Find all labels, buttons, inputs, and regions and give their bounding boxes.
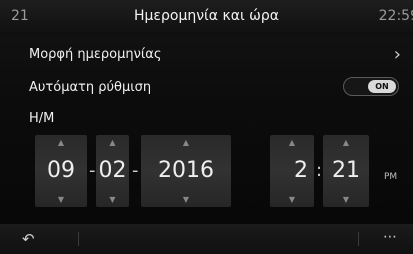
day-down-icon[interactable]: ▼ bbox=[35, 195, 87, 204]
month-up-icon[interactable]: ▲ bbox=[96, 138, 129, 147]
year-down-icon[interactable]: ▼ bbox=[141, 195, 231, 204]
auto-set-label: Αυτόματη ρύθμιση bbox=[29, 80, 152, 95]
date-format-row[interactable]: Μορφή ημερομηνίας › bbox=[0, 41, 413, 71]
footer-divider bbox=[358, 232, 359, 246]
year-value: 2016 bbox=[158, 158, 214, 183]
time-separator: : bbox=[316, 160, 323, 181]
hour-down-icon[interactable]: ▼ bbox=[270, 195, 314, 204]
chevron-right-icon: › bbox=[393, 44, 401, 65]
screen: 21 Ημερομηνία και ώρα 22:59 Μορφή ημερομ… bbox=[0, 0, 413, 254]
date-format-label: Μορφή ημερομηνίας bbox=[29, 47, 162, 62]
more-icon[interactable]: ⋯ bbox=[383, 229, 398, 245]
month-down-icon[interactable]: ▼ bbox=[96, 195, 129, 204]
hour-up-icon[interactable]: ▲ bbox=[270, 138, 314, 147]
clock: 22:59 bbox=[378, 8, 413, 24]
hour-picker[interactable]: ▲ 2 ▼ bbox=[270, 135, 314, 207]
minute-down-icon[interactable]: ▼ bbox=[323, 195, 369, 204]
minute-value: 21 bbox=[332, 158, 360, 183]
footer-divider bbox=[78, 232, 79, 246]
minute-picker[interactable]: ▲ 21 ▼ bbox=[323, 135, 369, 207]
day-picker[interactable]: ▲ 09 ▼ bbox=[35, 135, 87, 207]
year-up-icon[interactable]: ▲ bbox=[141, 138, 231, 147]
day-up-icon[interactable]: ▲ bbox=[35, 138, 87, 147]
header-bar: 21 Ημερομηνία και ώρα 22:59 bbox=[0, 0, 413, 36]
date-separator-2: - bbox=[132, 160, 139, 181]
hour-value: 2 bbox=[294, 158, 308, 183]
month-picker[interactable]: ▲ 02 ▼ bbox=[96, 135, 129, 207]
year-picker[interactable]: ▲ 2016 ▼ bbox=[141, 135, 231, 207]
page-title: Ημερομηνία και ώρα bbox=[134, 8, 279, 24]
date-order-label: Η/Μ bbox=[29, 111, 55, 126]
minute-up-icon[interactable]: ▲ bbox=[323, 138, 369, 147]
date-separator-1: - bbox=[89, 160, 96, 181]
toggle-on-label: ON bbox=[368, 80, 396, 93]
footer-bar: ↶ ⋯ bbox=[0, 224, 413, 254]
back-arrow-icon[interactable]: ↶ bbox=[22, 230, 35, 248]
month-value: 02 bbox=[98, 158, 127, 183]
auto-set-row: Αυτόματη ρύθμιση ON bbox=[0, 74, 413, 104]
auto-set-toggle[interactable]: ON bbox=[343, 77, 399, 96]
day-value: 09 bbox=[47, 158, 75, 183]
ampm-label: PM bbox=[384, 172, 398, 182]
